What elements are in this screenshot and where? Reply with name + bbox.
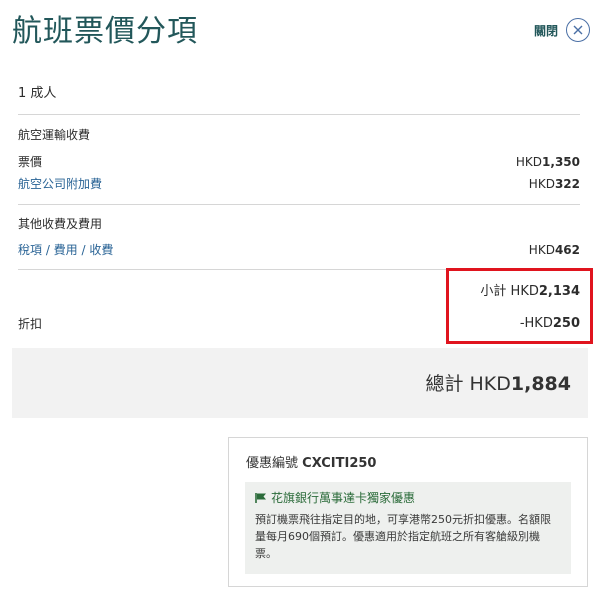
passenger-label: 1 成人 [18, 86, 57, 101]
taxes-amount: HKD462 [528, 243, 580, 257]
promo-box: 花旗銀行萬事達卡獨家優惠 預訂機票飛往指定目的地，可享港幣250元折扣優惠。名額… [245, 482, 571, 574]
close-label[interactable]: 關閉 [534, 22, 558, 39]
fare-label: 票價 [18, 155, 43, 169]
total-amount: 總計 HKD1,884 [425, 373, 571, 395]
close-icon [573, 25, 583, 35]
discount-label: 折扣 [18, 317, 43, 331]
promo-title: 花旗銀行萬事達卡獨家優惠 [271, 491, 416, 505]
flag-icon [255, 493, 266, 503]
highlight-box [446, 268, 593, 344]
surcharge-amount: HKD322 [528, 177, 580, 191]
fare-amount: HKD1,350 [515, 155, 580, 169]
air-transport-heading: 航空運輸收費 [18, 128, 91, 142]
modal-header: 航班票價分項 關閉 [12, 12, 592, 56]
promo-description: 預訂機票飛往指定目的地，可享港幣250元折扣優惠。名額限量每月690個預訂。優惠… [255, 513, 551, 560]
total-band: 總計 HKD1,884 [12, 348, 588, 418]
page-title: 航班票價分項 [12, 14, 198, 49]
divider [18, 204, 580, 205]
close-button[interactable] [566, 18, 590, 42]
taxes-link[interactable]: 稅項 / 費用 / 收費 [18, 242, 113, 258]
surcharge-link[interactable]: 航空公司附加費 [18, 176, 102, 192]
promo-title-row: 花旗銀行萬事達卡獨家優惠 [255, 490, 561, 506]
promo-card: 優惠編號 CXCITI250 花旗銀行萬事達卡獨家優惠 預訂機票飛往指定目的地，… [228, 437, 588, 587]
other-charges-heading: 其他收費及費用 [18, 217, 103, 231]
divider [18, 114, 580, 115]
promo-code: 優惠編號 CXCITI250 [246, 456, 377, 471]
